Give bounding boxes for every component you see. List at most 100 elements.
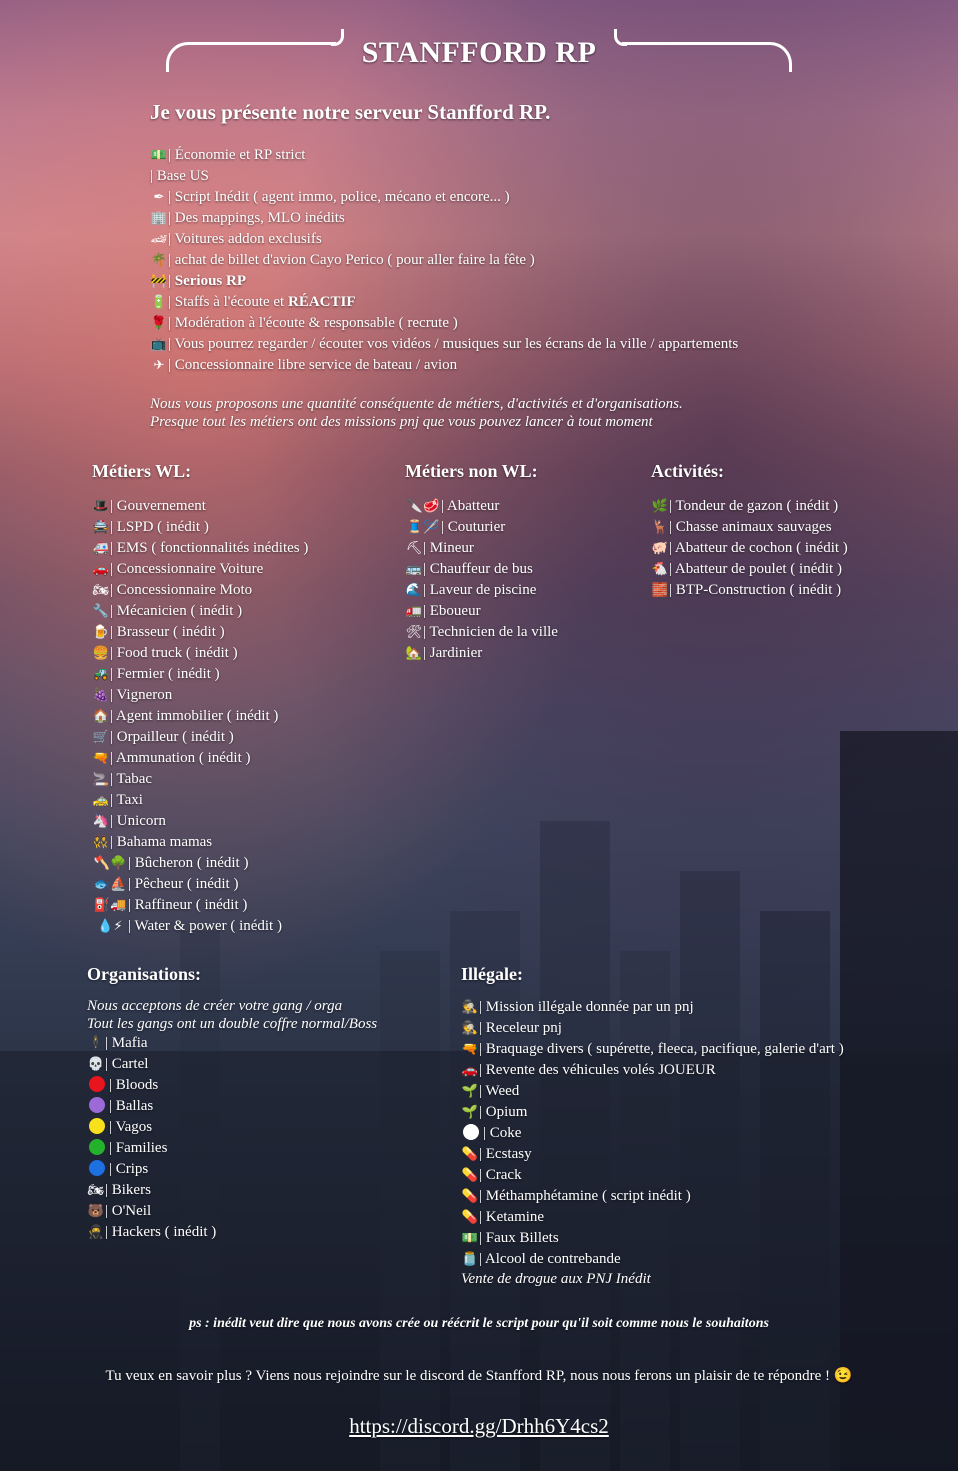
list-item: 🚬| Tabac xyxy=(92,769,308,790)
organisations-heading: Organisations: xyxy=(87,964,202,984)
construction-barrier-icon: 🚧 xyxy=(150,274,168,289)
car-icon: 🚗 xyxy=(461,1063,479,1078)
list-item-label: | Coke xyxy=(483,1125,522,1141)
car-icon: 🚗 xyxy=(92,562,110,577)
airplane-icon: ✈ xyxy=(153,358,165,373)
feature-text: | Concessionnaire libre service de batea… xyxy=(168,357,458,373)
pill-icon: 💊 xyxy=(461,1210,479,1225)
list-item: 🐔| Abatteur de poulet ( inédit ) xyxy=(651,559,848,580)
discord-link-container: https://discord.gg/Drhh6Y4cs2 xyxy=(0,1414,958,1439)
list-item-label: | Gouvernement xyxy=(110,498,206,514)
list-item: 💊| Méthamphétamine ( script inédit ) xyxy=(461,1186,844,1207)
activites-heading: Activités: xyxy=(651,461,724,481)
list-item: | Bloods xyxy=(87,1075,377,1096)
mountain-house-icon: 🏡 xyxy=(405,646,423,661)
intro-italic-line: Nous vous proposons une quantité conséqu… xyxy=(150,396,683,412)
intro-heading: Je vous présente notre serveur Stanfford… xyxy=(150,100,551,124)
purple-circle-icon xyxy=(89,1097,105,1113)
list-item: 🌿| Tondeur de gazon ( inédit ) xyxy=(651,496,848,517)
list-item: 🐟⛵ | Pêcheur ( inédit ) xyxy=(92,874,308,895)
list-item-label: | Vagos xyxy=(109,1119,153,1135)
list-item: | Families xyxy=(87,1138,377,1159)
feature-item: 🏎| Voitures addon exclusifs xyxy=(150,229,910,250)
list-item-label: | Abatteur xyxy=(441,498,500,514)
green-circle-icon xyxy=(89,1139,105,1155)
organisations-column: Organisations: Nous acceptons de créer v… xyxy=(87,964,377,1243)
fish-boat-icon: 🐟⛵ xyxy=(93,877,127,892)
detective-icon: 🕵 xyxy=(461,1000,479,1015)
axe-tree-icon: 🪓🌳 xyxy=(93,856,127,871)
list-item-label: | Crips xyxy=(109,1161,149,1177)
gun-icon: 🔫 xyxy=(461,1042,479,1057)
ambulance-icon: 🚑 xyxy=(92,541,110,556)
list-item-label: | BTP-Construction ( inédit ) xyxy=(669,582,842,598)
list-item-label: | Ammunation ( inédit ) xyxy=(110,750,251,766)
bus-icon: 🚌 xyxy=(405,562,423,577)
list-item-label: | Technicien de la ville xyxy=(423,624,558,640)
list-item-label: | Mineur xyxy=(423,540,474,556)
list-item-label: | Méthamphétamine ( script inédit ) xyxy=(479,1188,691,1204)
list-item-label: | Opium xyxy=(479,1104,528,1120)
feature-item: | Base US xyxy=(150,166,910,187)
metiers-non-wl-list: 🔪🥩 | Abatteur 🧵🪡 | Couturier ⛏| Mineur 🚌| Cha… xyxy=(405,496,558,664)
list-item: 🌱| Opium xyxy=(461,1102,844,1123)
organisations-note: Tout les gangs ont un double coffre norm… xyxy=(87,1016,378,1032)
list-item: 🚌| Chauffeur de bus xyxy=(405,559,558,580)
activites-list: 🌿| Tondeur de gazon ( inédit ) 🦌| Chasse … xyxy=(651,496,848,601)
list-item-label: | Ketamine xyxy=(479,1209,545,1225)
feature-item: 🔋| Staffs à l'écoute et RÉACTIF xyxy=(150,292,910,313)
illegale-heading: Illégale: xyxy=(461,964,523,984)
detective-icon: 🕵 xyxy=(461,1021,479,1036)
list-item-label: | Ecstasy xyxy=(479,1146,532,1162)
list-item-label: | Bloods xyxy=(109,1077,159,1093)
list-item-label: | Laveur de piscine xyxy=(423,582,537,598)
list-item: 🫙| Alcool de contrebande xyxy=(461,1249,844,1270)
list-item-label: | Mission illégale donnée par un pnj xyxy=(479,999,694,1015)
list-item: ⛏| Mineur xyxy=(405,538,558,559)
feature-item: 🚧| Serious RP xyxy=(150,271,910,292)
list-item: 🚛| Eboueur xyxy=(405,601,558,622)
list-item: 🕵| Mission illégale donnée par un pnj xyxy=(461,997,844,1018)
intro-section: Je vous présente notre serveur Stanfford… xyxy=(150,100,910,376)
deer-icon: 🦌 xyxy=(651,520,669,535)
pig-icon: 🐖 xyxy=(651,541,669,556)
illegale-note: Vente de drogue aux PNJ Inédit xyxy=(461,1271,651,1287)
list-item-label: | Hackers ( inédit ) xyxy=(105,1224,217,1240)
sewing-icon: 🧵🪡 xyxy=(406,520,440,535)
list-item-label: | Vigneron xyxy=(110,687,173,703)
call-to-action: Tu veux en savoir plus ? Viens nous rejo… xyxy=(105,1368,853,1384)
wrench-icon: 🔧 xyxy=(92,604,110,619)
list-item-label: | Abatteur de poulet ( inédit ) xyxy=(669,561,842,577)
list-item: 🕴| Mafia xyxy=(87,1033,377,1054)
feature-text: | Vous pourrez regarder / écouter vos vi… xyxy=(168,336,739,352)
list-item: 💊| Ecstasy xyxy=(461,1144,844,1165)
yellow-circle-icon xyxy=(89,1118,105,1134)
white-circle-icon xyxy=(463,1124,479,1140)
pill-icon: 💊 xyxy=(461,1147,479,1162)
beer-icon: 🍺 xyxy=(92,625,110,640)
feature-text: | Modération à l'écoute & responsable ( … xyxy=(168,315,458,331)
fuel-truck-icon: ⛽🚚 xyxy=(93,898,127,913)
jar-icon: 🫙 xyxy=(461,1252,479,1267)
herb-icon: 🌿 xyxy=(651,499,669,514)
list-item: 🌊| Laveur de piscine xyxy=(405,580,558,601)
list-item: 🍔| Food truck ( inédit ) xyxy=(92,643,308,664)
dancers-icon: 👯 xyxy=(92,835,110,850)
list-item: 💊| Crack xyxy=(461,1165,844,1186)
list-item-label: | Agent immobilier ( inédit ) xyxy=(110,708,279,724)
list-item: 🏡| Jardinier xyxy=(405,643,558,664)
palm-tree-icon: 🌴 xyxy=(150,253,168,268)
discord-link[interactable]: https://discord.gg/Drhh6Y4cs2 xyxy=(349,1414,609,1438)
list-item-label: | Food truck ( inédit ) xyxy=(110,645,238,661)
red-circle-icon xyxy=(89,1076,105,1092)
list-item: 🦌| Chasse animaux sauvages xyxy=(651,517,848,538)
list-item: 💊| Ketamine xyxy=(461,1207,844,1228)
list-item-label: | Tondeur de gazon ( inédit ) xyxy=(669,498,839,514)
list-item: 🏍| Concessionnaire Moto xyxy=(92,580,308,601)
list-item: 🍺| Brasseur ( inédit ) xyxy=(92,622,308,643)
list-item-label: | Cartel xyxy=(105,1056,149,1072)
list-item: 🦄| Unicorn xyxy=(92,811,308,832)
list-item: | Coke xyxy=(461,1123,844,1144)
feature-text: | Voitures addon exclusifs xyxy=(168,231,322,247)
pill-icon: 💊 xyxy=(461,1189,479,1204)
